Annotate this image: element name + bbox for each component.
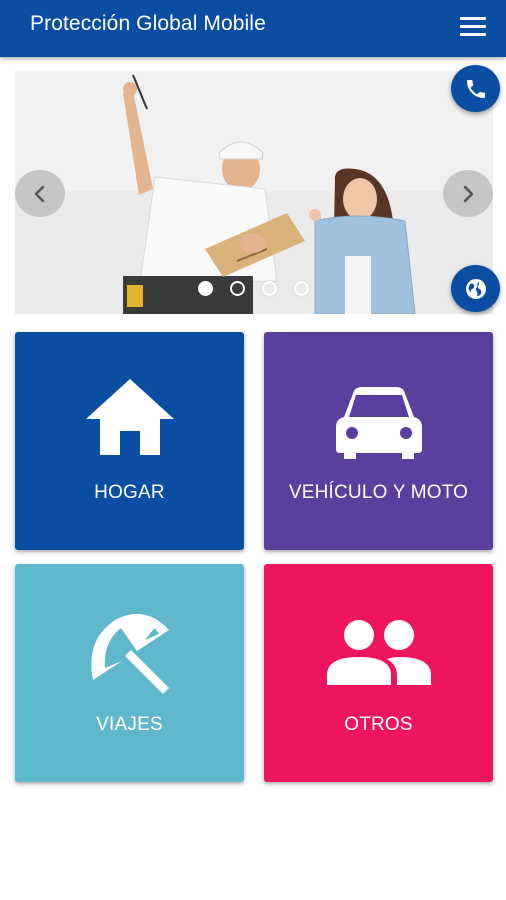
tile-label-vehiculo: VEHÍCULO Y MOTO <box>288 482 469 503</box>
tile-viajes[interactable]: VIAJES <box>15 564 244 782</box>
app-title: Protección Global Mobile <box>30 12 266 35</box>
chevron-left-icon <box>34 185 45 202</box>
carousel-dot-4[interactable] <box>294 281 309 296</box>
image-carousel[interactable] <box>15 71 493 314</box>
car-icon <box>264 387 493 461</box>
tile-label-viajes: VIAJES <box>96 714 163 735</box>
tile-label-hogar: HOGAR <box>94 482 165 503</box>
carousel-next-button[interactable] <box>443 170 493 217</box>
carousel-indicators <box>198 281 309 301</box>
phone-icon <box>466 79 485 98</box>
carousel-photo <box>15 71 493 314</box>
carousel-prev-button[interactable] <box>15 170 65 217</box>
tile-otros[interactable]: OTROS <box>264 564 493 782</box>
people-icon <box>264 619 493 685</box>
chevron-right-icon <box>463 185 474 202</box>
beach-umbrella-icon <box>15 610 244 694</box>
globe-icon <box>465 278 486 299</box>
tile-label-otros: OTROS <box>344 714 413 735</box>
website-button[interactable] <box>451 265 500 312</box>
call-button[interactable] <box>451 65 500 112</box>
house-icon <box>15 377 244 457</box>
tile-hogar[interactable]: HOGAR <box>15 332 244 550</box>
carousel-dot-3[interactable] <box>262 281 277 296</box>
carousel-dot-1[interactable] <box>198 281 213 296</box>
tile-vehiculo-moto[interactable]: VEHÍCULO Y MOTO <box>264 332 493 550</box>
hamburger-menu-icon[interactable] <box>460 17 486 39</box>
app-bar: Protección Global Mobile <box>0 0 506 57</box>
carousel-dot-2[interactable] <box>230 281 245 296</box>
